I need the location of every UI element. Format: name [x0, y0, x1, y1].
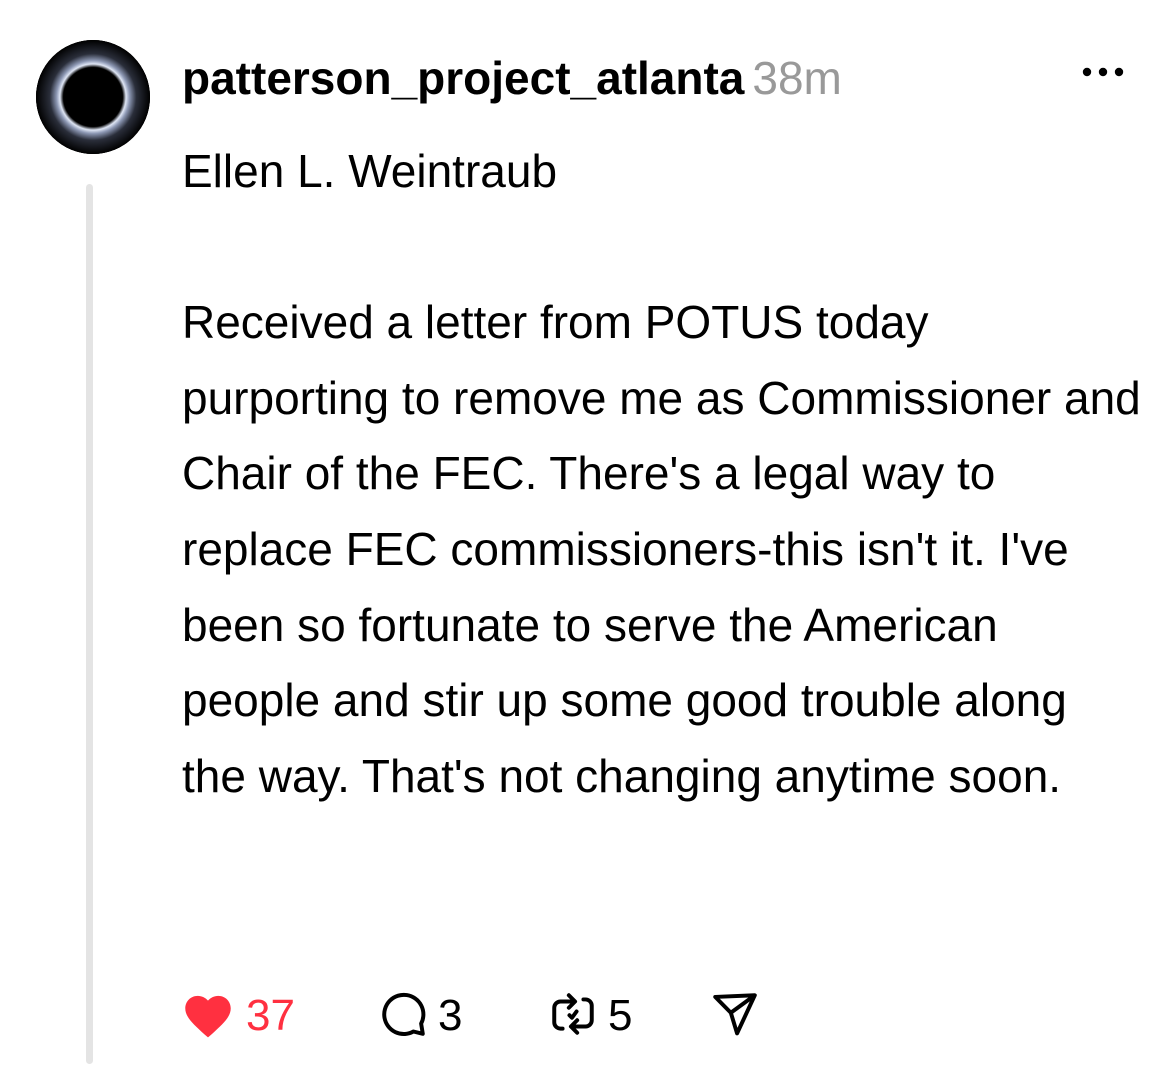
post-header: patterson_project_atlanta 38m [182, 50, 842, 118]
username[interactable]: patterson_project_atlanta [182, 52, 744, 104]
thread-line [86, 184, 93, 1064]
heart-icon [180, 989, 236, 1044]
repost-count: 5 [608, 991, 633, 1040]
comment-count: 3 [438, 991, 463, 1040]
like-button[interactable]: 37 [180, 988, 295, 1044]
send-icon [710, 989, 760, 1044]
comment-button[interactable]: 3 [378, 988, 462, 1044]
like-count: 37 [246, 991, 295, 1040]
post-text: Ellen L. Weintraub Received a letter fro… [182, 145, 1141, 802]
repost-icon [548, 989, 598, 1044]
avatar[interactable] [36, 40, 150, 154]
repost-button[interactable]: 5 [548, 988, 632, 1044]
more-dots-icon[interactable] [1080, 60, 1126, 84]
share-button[interactable] [710, 988, 760, 1044]
comment-bubble-icon [378, 989, 428, 1044]
timestamp: 38m [752, 52, 842, 104]
action-bar: 37 3 5 [180, 988, 800, 1044]
